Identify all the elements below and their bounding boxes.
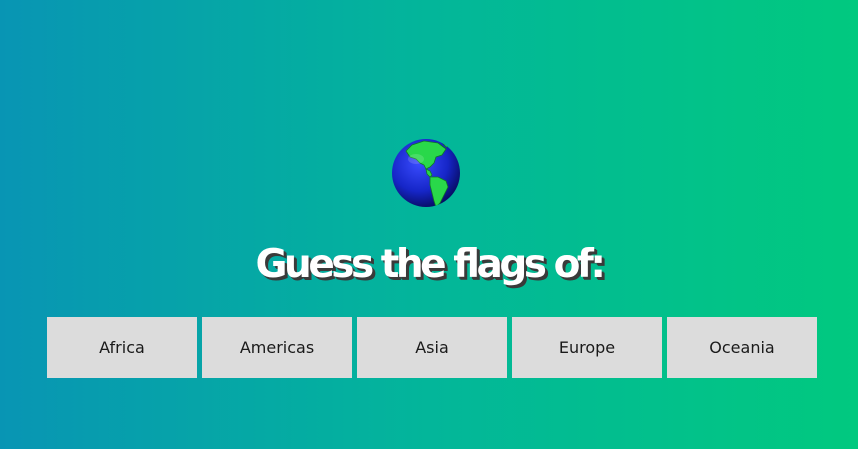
region-button-africa[interactable]: Africa [47,317,197,378]
region-button-asia[interactable]: Asia [357,317,507,378]
region-button-americas[interactable]: Americas [202,317,352,378]
page-title: Guess the flags of: [255,242,606,287]
globe-icon [390,137,462,209]
region-button-oceania[interactable]: Oceania [667,317,817,378]
region-button-europe[interactable]: Europe [512,317,662,378]
earth-americas-icon [392,139,460,207]
region-button-row: Africa Americas Asia Europe Oceania [47,317,817,378]
